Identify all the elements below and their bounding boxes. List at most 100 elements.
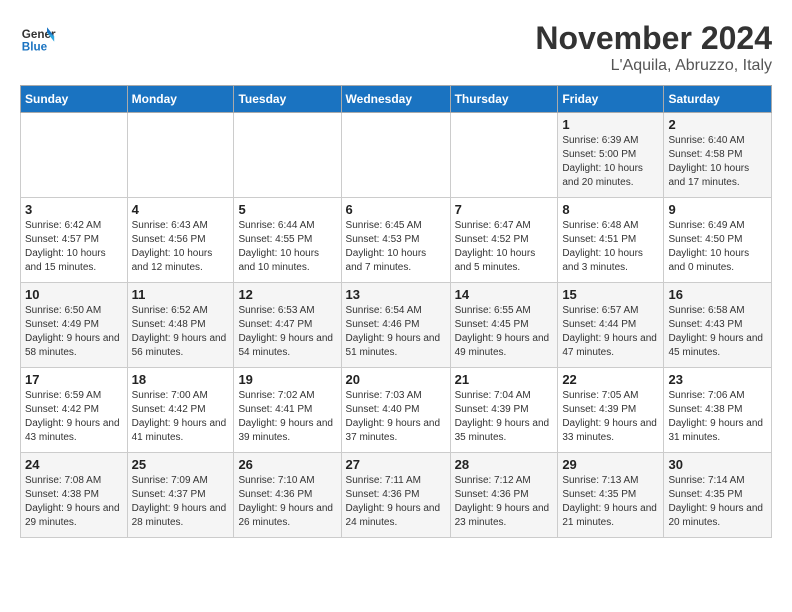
day-number: 15 bbox=[562, 287, 659, 302]
calendar-cell: 20Sunrise: 7:03 AM Sunset: 4:40 PM Dayli… bbox=[341, 368, 450, 453]
calendar-cell: 7 Sunrise: 6:47 AM Sunset: 4:52 PM Daylig… bbox=[450, 198, 558, 283]
day-info: Sunrise: 6:39 AM Sunset: 5:00 PM Dayligh… bbox=[562, 134, 659, 190]
day-number: 30 bbox=[668, 457, 767, 472]
calendar-cell: 16 Sunrise: 6:58 AM Sunset: 4:43 PM Dayli… bbox=[664, 283, 772, 368]
day-number: 8 bbox=[562, 202, 659, 217]
weekday-header-sunday: Sunday bbox=[21, 86, 128, 113]
day-info: Sunrise: 6:54 AM Sunset: 4:46 PM Dayligh… bbox=[346, 304, 446, 360]
calendar-cell: 6 Sunrise: 6:45 AM Sunset: 4:53 PM Daylig… bbox=[341, 198, 450, 283]
calendar-subtitle: L'Aquila, Abruzzo, Italy bbox=[535, 57, 772, 75]
day-info: Sunrise: 6:44 AM Sunset: 4:55 PM Dayligh… bbox=[238, 219, 336, 275]
weekday-header-tuesday: Tuesday bbox=[234, 86, 341, 113]
day-number: 4 bbox=[132, 202, 230, 217]
day-number: 2 bbox=[668, 117, 767, 132]
day-number: 22 bbox=[562, 372, 659, 387]
day-info: Sunrise: 6:55 AM Sunset: 4:45 PM Dayligh… bbox=[455, 304, 554, 360]
day-info: Sunrise: 7:08 AM Sunset: 4:38 PM Dayligh… bbox=[25, 474, 123, 530]
day-info: Sunrise: 7:11 AM Sunset: 4:36 PM Dayligh… bbox=[346, 474, 446, 530]
day-info: Sunrise: 6:48 AM Sunset: 4:51 PM Dayligh… bbox=[562, 219, 659, 275]
calendar-cell: 1 Sunrise: 6:39 AM Sunset: 5:00 PM Daylig… bbox=[558, 113, 664, 198]
day-info: Sunrise: 6:53 AM Sunset: 4:47 PM Dayligh… bbox=[238, 304, 336, 360]
day-number: 13 bbox=[346, 287, 446, 302]
calendar-cell: 9Sunrise: 6:49 AM Sunset: 4:50 PM Daylig… bbox=[664, 198, 772, 283]
calendar-cell: 28 Sunrise: 7:12 AM Sunset: 4:36 PM Dayli… bbox=[450, 453, 558, 538]
calendar-cell: 15 Sunrise: 6:57 AM Sunset: 4:44 PM Dayli… bbox=[558, 283, 664, 368]
calendar-week-3: 10 Sunrise: 6:50 AM Sunset: 4:49 PM Dayli… bbox=[21, 283, 772, 368]
calendar-cell bbox=[21, 113, 128, 198]
day-info: Sunrise: 6:50 AM Sunset: 4:49 PM Dayligh… bbox=[25, 304, 123, 360]
calendar-cell: 5 Sunrise: 6:44 AM Sunset: 4:55 PM Daylig… bbox=[234, 198, 341, 283]
day-info: Sunrise: 6:52 AM Sunset: 4:48 PM Dayligh… bbox=[132, 304, 230, 360]
calendar-cell: 27 Sunrise: 7:11 AM Sunset: 4:36 PM Dayli… bbox=[341, 453, 450, 538]
calendar-cell: 17 Sunrise: 6:59 AM Sunset: 4:42 PM Dayli… bbox=[21, 368, 128, 453]
calendar-cell bbox=[450, 113, 558, 198]
day-number: 19 bbox=[238, 372, 336, 387]
day-info: Sunrise: 7:03 AM Sunset: 4:40 PM Dayligh… bbox=[346, 389, 446, 445]
day-number: 17 bbox=[25, 372, 123, 387]
day-number: 23 bbox=[668, 372, 767, 387]
day-info: Sunrise: 7:05 AM Sunset: 4:39 PM Dayligh… bbox=[562, 389, 659, 445]
svg-text:Blue: Blue bbox=[22, 41, 48, 54]
day-number: 7 bbox=[455, 202, 554, 217]
day-info: Sunrise: 6:43 AM Sunset: 4:56 PM Dayligh… bbox=[132, 219, 230, 275]
calendar-title: November 2024 bbox=[535, 20, 772, 57]
title-area: November 2024 L'Aquila, Abruzzo, Italy bbox=[535, 20, 772, 75]
day-info: Sunrise: 7:12 AM Sunset: 4:36 PM Dayligh… bbox=[455, 474, 554, 530]
day-number: 10 bbox=[25, 287, 123, 302]
calendar-cell bbox=[127, 113, 234, 198]
calendar-cell: 14 Sunrise: 6:55 AM Sunset: 4:45 PM Dayli… bbox=[450, 283, 558, 368]
weekday-header-monday: Monday bbox=[127, 86, 234, 113]
weekday-header-saturday: Saturday bbox=[664, 86, 772, 113]
day-number: 1 bbox=[562, 117, 659, 132]
day-number: 27 bbox=[346, 457, 446, 472]
day-number: 3 bbox=[25, 202, 123, 217]
day-info: Sunrise: 7:02 AM Sunset: 4:41 PM Dayligh… bbox=[238, 389, 336, 445]
calendar-cell: 12 Sunrise: 6:53 AM Sunset: 4:47 PM Dayli… bbox=[234, 283, 341, 368]
calendar-cell: 2 Sunrise: 6:40 AM Sunset: 4:58 PM Daylig… bbox=[664, 113, 772, 198]
calendar-week-5: 24Sunrise: 7:08 AM Sunset: 4:38 PM Dayli… bbox=[21, 453, 772, 538]
day-number: 11 bbox=[132, 287, 230, 302]
day-info: Sunrise: 7:00 AM Sunset: 4:42 PM Dayligh… bbox=[132, 389, 230, 445]
day-number: 6 bbox=[346, 202, 446, 217]
logo: General Blue bbox=[20, 20, 56, 56]
day-number: 29 bbox=[562, 457, 659, 472]
day-info: Sunrise: 6:57 AM Sunset: 4:44 PM Dayligh… bbox=[562, 304, 659, 360]
weekday-header-friday: Friday bbox=[558, 86, 664, 113]
calendar-cell bbox=[234, 113, 341, 198]
day-info: Sunrise: 6:45 AM Sunset: 4:53 PM Dayligh… bbox=[346, 219, 446, 275]
calendar-cell: 25Sunrise: 7:09 AM Sunset: 4:37 PM Dayli… bbox=[127, 453, 234, 538]
day-number: 14 bbox=[455, 287, 554, 302]
calendar-cell: 18Sunrise: 7:00 AM Sunset: 4:42 PM Dayli… bbox=[127, 368, 234, 453]
day-info: Sunrise: 7:10 AM Sunset: 4:36 PM Dayligh… bbox=[238, 474, 336, 530]
day-info: Sunrise: 6:42 AM Sunset: 4:57 PM Dayligh… bbox=[25, 219, 123, 275]
day-number: 12 bbox=[238, 287, 336, 302]
calendar-week-1: 1 Sunrise: 6:39 AM Sunset: 5:00 PM Daylig… bbox=[21, 113, 772, 198]
calendar-cell: 8 Sunrise: 6:48 AM Sunset: 4:51 PM Daylig… bbox=[558, 198, 664, 283]
calendar-cell: 30 Sunrise: 7:14 AM Sunset: 4:35 PM Dayli… bbox=[664, 453, 772, 538]
calendar-week-4: 17 Sunrise: 6:59 AM Sunset: 4:42 PM Dayli… bbox=[21, 368, 772, 453]
day-info: Sunrise: 6:58 AM Sunset: 4:43 PM Dayligh… bbox=[668, 304, 767, 360]
day-info: Sunrise: 7:06 AM Sunset: 4:38 PM Dayligh… bbox=[668, 389, 767, 445]
calendar-cell: 19 Sunrise: 7:02 AM Sunset: 4:41 PM Dayli… bbox=[234, 368, 341, 453]
calendar-cell: 23 Sunrise: 7:06 AM Sunset: 4:38 PM Dayli… bbox=[664, 368, 772, 453]
calendar-cell: 10 Sunrise: 6:50 AM Sunset: 4:49 PM Dayli… bbox=[21, 283, 128, 368]
day-info: Sunrise: 6:59 AM Sunset: 4:42 PM Dayligh… bbox=[25, 389, 123, 445]
day-info: Sunrise: 6:47 AM Sunset: 4:52 PM Dayligh… bbox=[455, 219, 554, 275]
day-number: 21 bbox=[455, 372, 554, 387]
day-number: 16 bbox=[668, 287, 767, 302]
day-number: 26 bbox=[238, 457, 336, 472]
calendar-cell: 24Sunrise: 7:08 AM Sunset: 4:38 PM Dayli… bbox=[21, 453, 128, 538]
calendar-cell: 13 Sunrise: 6:54 AM Sunset: 4:46 PM Dayli… bbox=[341, 283, 450, 368]
weekday-header-wednesday: Wednesday bbox=[341, 86, 450, 113]
day-info: Sunrise: 6:40 AM Sunset: 4:58 PM Dayligh… bbox=[668, 134, 767, 190]
calendar-cell: 11 Sunrise: 6:52 AM Sunset: 4:48 PM Dayli… bbox=[127, 283, 234, 368]
day-info: Sunrise: 7:13 AM Sunset: 4:35 PM Dayligh… bbox=[562, 474, 659, 530]
day-number: 5 bbox=[238, 202, 336, 217]
header: General Blue November 2024 L'Aquila, Abr… bbox=[20, 20, 772, 75]
calendar-cell: 26 Sunrise: 7:10 AM Sunset: 4:36 PM Dayli… bbox=[234, 453, 341, 538]
day-info: Sunrise: 7:14 AM Sunset: 4:35 PM Dayligh… bbox=[668, 474, 767, 530]
day-info: Sunrise: 7:09 AM Sunset: 4:37 PM Dayligh… bbox=[132, 474, 230, 530]
logo-icon: General Blue bbox=[20, 20, 56, 56]
calendar-week-2: 3 Sunrise: 6:42 AM Sunset: 4:57 PM Daylig… bbox=[21, 198, 772, 283]
day-number: 28 bbox=[455, 457, 554, 472]
